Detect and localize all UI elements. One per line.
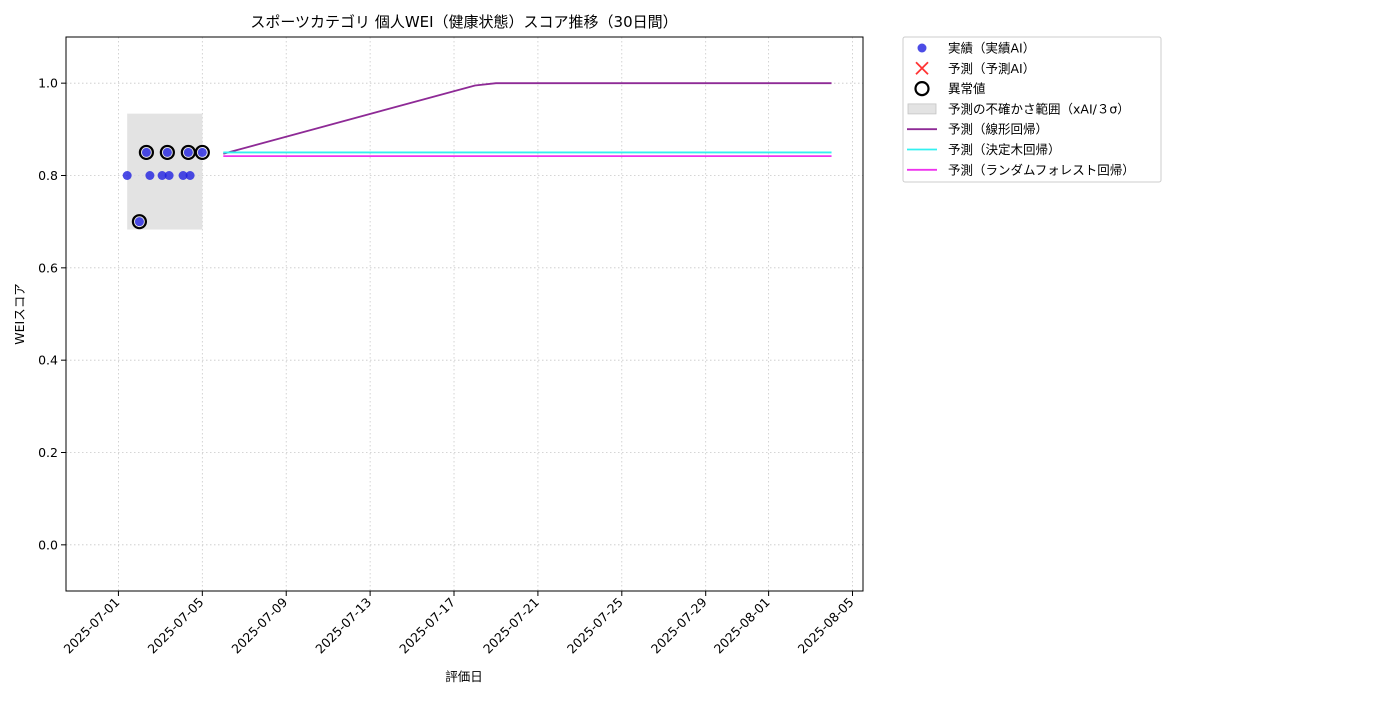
- legend-label: 予測（ランダムフォレスト回帰）: [948, 162, 1135, 177]
- series-layer: [122, 82, 832, 230]
- data-point: [145, 171, 155, 180]
- legend-label: 予測（予測AI）: [948, 61, 1035, 76]
- legend-label: 予測の不確かさ範囲（xAI/３σ）: [948, 101, 1130, 116]
- x-tick-label: 2025-07-17: [396, 595, 458, 657]
- chart-svg: スポーツカテゴリ 個人WEI（健康状態）スコア推移（30日間） 2025-07-…: [12, 13, 1162, 684]
- legend-label: 異常値: [948, 81, 986, 96]
- data-point: [134, 217, 144, 227]
- legend-label: 実績（実績AI）: [948, 41, 1035, 56]
- y-tick-label: 0.8: [38, 168, 58, 183]
- x-axis-label: 評価日: [445, 669, 483, 684]
- data-point: [183, 147, 193, 157]
- y-axis-label: WEIスコア: [12, 283, 27, 344]
- y-tick-label: 0.6: [38, 260, 58, 275]
- data-point: [164, 171, 174, 180]
- x-tick-label: 2025-07-21: [480, 595, 542, 657]
- y-tick-label: 1.0: [38, 76, 58, 91]
- data-point: [162, 147, 172, 157]
- data-point: [185, 171, 195, 180]
- data-point: [197, 147, 207, 157]
- x-tick-label: 2025-07-13: [312, 595, 374, 657]
- y-tick-label: 0.4: [38, 353, 58, 368]
- x-tick-label: 2025-08-05: [795, 595, 857, 657]
- y-tick-label: 0.0: [38, 537, 58, 552]
- legend-label: 予測（線形回帰）: [948, 122, 1048, 137]
- x-tick-label: 2025-07-09: [228, 594, 290, 656]
- legend-marker-scatter: [917, 43, 927, 53]
- chart-title: スポーツカテゴリ 個人WEI（健康状態）スコア推移（30日間）: [250, 13, 677, 31]
- y-tick-label: 0.2: [38, 445, 58, 460]
- x-tick-label: 2025-07-01: [61, 595, 123, 657]
- x-tick-label: 2025-07-05: [144, 595, 206, 657]
- data-point: [141, 147, 151, 157]
- x-tick-label: 2025-08-01: [711, 595, 773, 657]
- x-tick-label: 2025-07-29: [648, 594, 710, 656]
- legend-marker-band: [907, 103, 937, 115]
- legend: 実績（実績AI） 予測（予測AI） 異常値予測の不確かさ範囲（xAI/３σ） 予測（線…: [902, 36, 1162, 183]
- series-line: [223, 82, 832, 155]
- legend-label: 予測（決定木回帰）: [948, 142, 1061, 157]
- x-tick-label: 2025-07-25: [564, 595, 626, 657]
- chart: スポーツカテゴリ 個人WEI（健康状態）スコア推移（30日間） 2025-07-…: [0, 0, 1400, 700]
- data-point: [122, 171, 132, 180]
